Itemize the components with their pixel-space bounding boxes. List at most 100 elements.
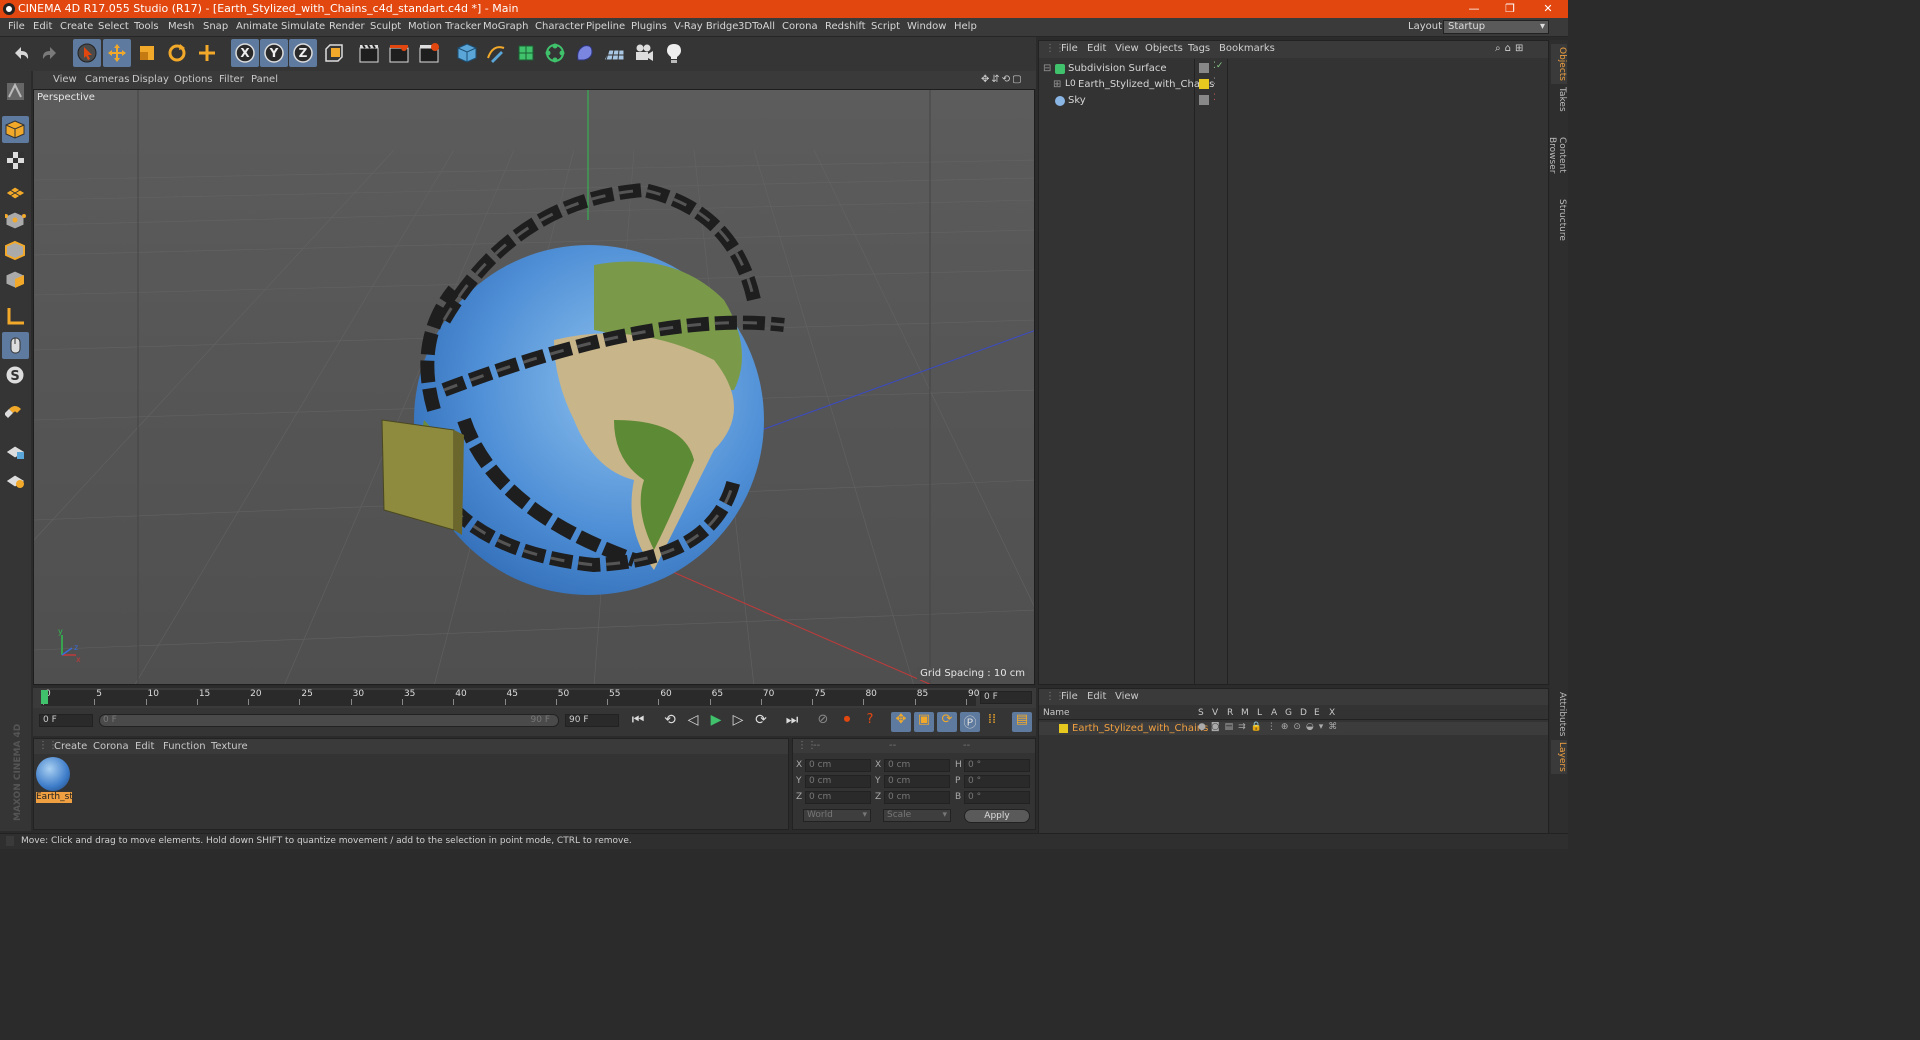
- obj-menu-bookmarks[interactable]: Bookmarks: [1219, 43, 1275, 54]
- undo-icon[interactable]: [7, 39, 35, 67]
- viewport-menu-view[interactable]: View: [53, 74, 77, 85]
- obj-menu-objects[interactable]: Objects: [1145, 43, 1183, 54]
- object-row-subdivision[interactable]: ⊟ Subdivision Surface ⁚✓: [1041, 61, 1547, 77]
- coordinate-system-icon[interactable]: [320, 39, 348, 67]
- close-button[interactable]: ✕: [1530, 0, 1566, 18]
- tab-takes[interactable]: Takes: [1551, 86, 1567, 112]
- rotate-icon[interactable]: [163, 39, 191, 67]
- play-backwards-icon[interactable]: ◁: [683, 712, 703, 732]
- scale-icon[interactable]: [133, 39, 161, 67]
- mat-menu-create[interactable]: Create: [54, 741, 87, 752]
- make-editable-icon[interactable]: [2, 78, 29, 105]
- tab-structure[interactable]: Structure: [1551, 198, 1567, 242]
- key-parameter-icon[interactable]: Ⓟ: [960, 712, 980, 732]
- coord-pos-x-field[interactable]: 0 cm: [805, 759, 871, 772]
- tab-attributes[interactable]: Attributes: [1551, 690, 1567, 738]
- move-icon[interactable]: [103, 39, 131, 67]
- grid-snap-icon[interactable]: [2, 466, 29, 493]
- light-icon[interactable]: [660, 39, 688, 67]
- edges-mode-icon[interactable]: [2, 237, 29, 264]
- column-animation[interactable]: A: [1271, 708, 1277, 718]
- coord-size-y-field[interactable]: 0 cm: [884, 775, 950, 788]
- column-xref[interactable]: X: [1329, 708, 1335, 718]
- magnet-icon[interactable]: [2, 400, 29, 427]
- column-deformers[interactable]: D: [1300, 708, 1307, 718]
- object-row-sky[interactable]: Sky ⁚: [1041, 93, 1547, 109]
- menu-help[interactable]: Help: [954, 21, 977, 32]
- menu-redshift[interactable]: Redshift: [825, 21, 866, 32]
- cube-primitive-icon[interactable]: [453, 39, 481, 67]
- redo-icon[interactable]: [36, 39, 64, 67]
- next-key-icon[interactable]: ⟳: [751, 712, 771, 732]
- axis-mode-icon[interactable]: [2, 303, 29, 330]
- column-manager[interactable]: M: [1241, 708, 1249, 718]
- tab-content-browser[interactable]: Content Browser: [1547, 118, 1567, 192]
- mat-menu-edit[interactable]: Edit: [135, 741, 154, 752]
- timeline-ruler[interactable]: 051015202530354045505560657075808590 0 F: [33, 688, 1036, 708]
- column-solo[interactable]: S: [1198, 708, 1204, 718]
- layout-dropdown[interactable]: Startup ▾: [1443, 20, 1549, 34]
- obj-menu-tags[interactable]: Tags: [1188, 43, 1210, 54]
- grid-lock-icon[interactable]: [2, 437, 29, 464]
- coord-pos-z-field[interactable]: 0 cm: [805, 791, 871, 804]
- column-render[interactable]: R: [1227, 708, 1233, 718]
- transform-icon[interactable]: [193, 39, 221, 67]
- keyframe-selection-icon[interactable]: ?: [860, 712, 880, 732]
- obj-menu-view[interactable]: View: [1115, 43, 1139, 54]
- menu-3dtoall[interactable]: 3DToAll: [738, 21, 775, 32]
- menu-script[interactable]: Script: [871, 21, 900, 32]
- start-frame-field[interactable]: 0 F: [39, 714, 93, 727]
- menu-window[interactable]: Window: [907, 21, 946, 32]
- menu-character[interactable]: Character: [535, 21, 584, 32]
- column-name[interactable]: Name: [1043, 708, 1070, 718]
- coord-rot-b-field[interactable]: 0 °: [964, 791, 1030, 804]
- layer-row[interactable]: Earth_Stylized_with_Chains ●◙▤⇉🔒⋮⊕⊙◒▾⌘: [1039, 722, 1548, 735]
- tab-objects[interactable]: Objects: [1551, 44, 1567, 84]
- restore-button[interactable]: ❐: [1492, 0, 1528, 18]
- frame-range-slider[interactable]: 0 F 90 F: [99, 714, 559, 727]
- menu-render[interactable]: Render: [329, 21, 365, 32]
- current-frame-field[interactable]: 0 F: [980, 691, 1032, 704]
- coord-size-x-field[interactable]: 0 cm: [884, 759, 950, 772]
- layer-menu-edit[interactable]: Edit: [1087, 691, 1106, 702]
- coord-rot-p-field[interactable]: 0 °: [964, 775, 1030, 788]
- menu-sculpt[interactable]: Sculpt: [370, 21, 401, 32]
- apply-button[interactable]: Apply: [964, 809, 1030, 823]
- visibility-dots-icon[interactable]: ⁚: [1213, 77, 1216, 87]
- menu-corona[interactable]: Corona: [782, 21, 818, 32]
- column-generators[interactable]: G: [1285, 708, 1292, 718]
- next-frame-icon[interactable]: ▷: [728, 712, 748, 732]
- layer-menu-file[interactable]: File: [1061, 691, 1078, 702]
- floor-scene-icon[interactable]: [600, 39, 628, 67]
- coord-pos-y-field[interactable]: 0 cm: [805, 775, 871, 788]
- render-view-icon[interactable]: [355, 39, 383, 67]
- texture-mode-icon[interactable]: [2, 147, 29, 174]
- obj-menu-file[interactable]: File: [1061, 43, 1078, 54]
- column-locked[interactable]: L: [1257, 708, 1262, 718]
- go-to-start-icon[interactable]: ⏮: [628, 712, 648, 732]
- key-pla-icon[interactable]: ⁞⁞: [982, 712, 1002, 732]
- menu-file[interactable]: File: [8, 21, 25, 32]
- mat-menu-texture[interactable]: Texture: [211, 741, 248, 752]
- menu-select[interactable]: Select: [98, 21, 129, 32]
- tweak-mode-icon[interactable]: [2, 332, 29, 359]
- record-keys-icon[interactable]: ⊘: [813, 712, 833, 732]
- key-rotation-icon[interactable]: ⟳: [937, 712, 957, 732]
- render-picture-viewer-icon[interactable]: [385, 39, 413, 67]
- end-frame-field[interactable]: 90 F: [565, 714, 619, 727]
- subdivision-nurbs-icon[interactable]: [512, 39, 540, 67]
- points-mode-icon[interactable]: [2, 207, 29, 234]
- autokey-icon[interactable]: ⏺: [837, 712, 857, 732]
- expand-icon[interactable]: ⊞: [1053, 79, 1061, 90]
- deformer-icon[interactable]: [571, 39, 599, 67]
- y-axis-icon[interactable]: Y: [260, 39, 288, 67]
- menu-animate[interactable]: Animate: [236, 21, 278, 32]
- layer-tag-icon[interactable]: [1199, 95, 1209, 105]
- object-row-earth[interactable]: ⊞ L0 Earth_Stylized_with_Chains ⁚: [1041, 77, 1547, 93]
- layer-menu-view[interactable]: View: [1115, 691, 1139, 702]
- visibility-dots-icon[interactable]: ⁚: [1213, 93, 1216, 103]
- polygons-mode-icon[interactable]: [2, 266, 29, 293]
- material-thumbnail[interactable]: Earth_st: [36, 757, 72, 803]
- layer-color-swatch[interactable]: [1059, 724, 1068, 733]
- select-arrow-icon[interactable]: [73, 39, 101, 67]
